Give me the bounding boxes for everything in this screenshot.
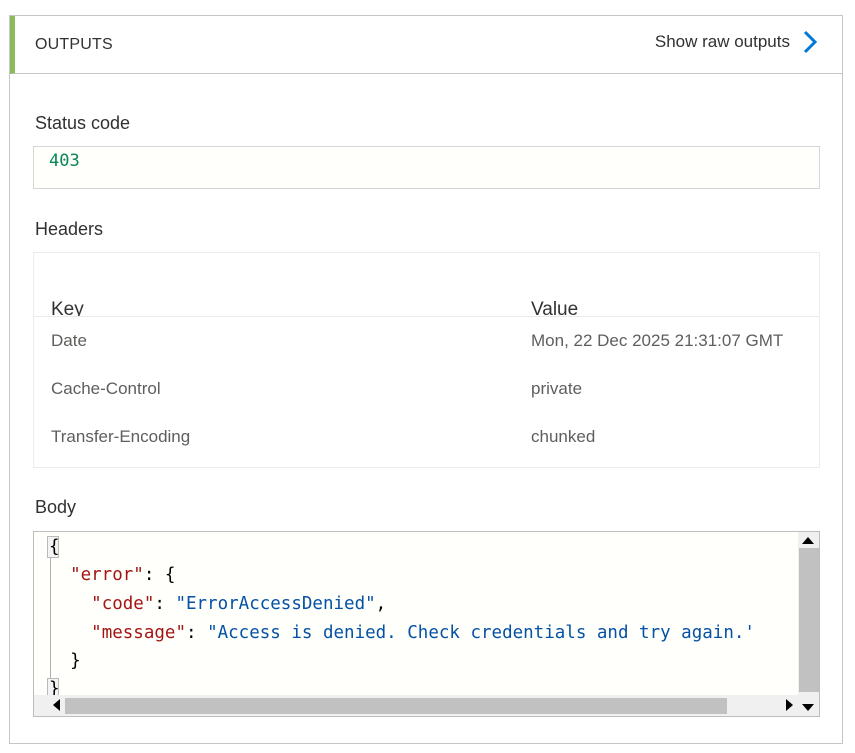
show-raw-outputs-link[interactable]: Show raw outputs bbox=[655, 30, 818, 54]
code-token: "code" bbox=[91, 594, 155, 614]
code-line: "message": "Access is denied. Check cred… bbox=[91, 623, 755, 643]
code-token: "message" bbox=[91, 623, 186, 643]
code-token: "error" bbox=[70, 565, 144, 585]
horizontal-scroll-thumb[interactable] bbox=[65, 698, 727, 714]
headers-label: Headers bbox=[35, 219, 104, 239]
horizontal-scrollbar[interactable] bbox=[34, 695, 800, 716]
vertical-scroll-thumb[interactable] bbox=[799, 548, 819, 692]
headers-table: Key Value Date Mon, 22 Dec 2025 21:31:07… bbox=[33, 252, 820, 468]
table-row: Transfer-Encoding chunked bbox=[34, 413, 819, 461]
header-value: chunked bbox=[531, 427, 596, 446]
code-line: { bbox=[49, 536, 60, 558]
table-row: Cache-Control private bbox=[34, 365, 819, 413]
code-line: } bbox=[49, 650, 81, 672]
code-token: "ErrorAccessDenied" bbox=[175, 594, 376, 614]
show-raw-outputs-label: Show raw outputs bbox=[654, 32, 790, 51]
scroll-down-arrow-icon[interactable] bbox=[802, 704, 814, 711]
outputs-header: OUTPUTS Show raw outputs bbox=[10, 16, 842, 74]
header-key: Cache-Control bbox=[51, 379, 161, 398]
status-code-box: 403 bbox=[33, 146, 820, 189]
status-code-value: 403 bbox=[49, 151, 80, 171]
code-token: : { bbox=[143, 565, 176, 585]
code-token: } bbox=[70, 651, 81, 671]
outputs-panel: OUTPUTS Show raw outputs Status code 403… bbox=[9, 15, 843, 744]
header-key: Date bbox=[51, 331, 87, 350]
header-value: private bbox=[531, 379, 583, 398]
code-token: "Access is denied. Check credentials and… bbox=[207, 623, 755, 643]
scroll-left-arrow-icon[interactable] bbox=[53, 699, 60, 711]
column-header-key: Key bbox=[51, 299, 84, 317]
code-token: { bbox=[49, 537, 60, 557]
scroll-up-arrow-icon[interactable] bbox=[802, 537, 814, 544]
column-header-value: Value bbox=[531, 299, 579, 317]
vertical-scrollbar[interactable] bbox=[798, 532, 819, 716]
scroll-right-arrow-icon[interactable] bbox=[786, 699, 793, 711]
chevron-right-icon bbox=[803, 30, 818, 54]
code-line: "error": { bbox=[49, 564, 175, 586]
body-code-editor[interactable]: { "error": { "code": "ErrorAccessDenied"… bbox=[33, 531, 820, 717]
body-label: Body bbox=[35, 497, 77, 517]
header-value: Mon, 22 Dec 2025 21:31:07 GMT bbox=[531, 331, 784, 350]
header-key: Transfer-Encoding bbox=[51, 427, 191, 446]
panel-title: OUTPUTS bbox=[35, 36, 113, 53]
table-row: Date Mon, 22 Dec 2025 21:31:07 GMT bbox=[34, 317, 819, 365]
status-code-label: Status code bbox=[35, 113, 131, 133]
code-line: "code": "ErrorAccessDenied", bbox=[91, 594, 387, 614]
